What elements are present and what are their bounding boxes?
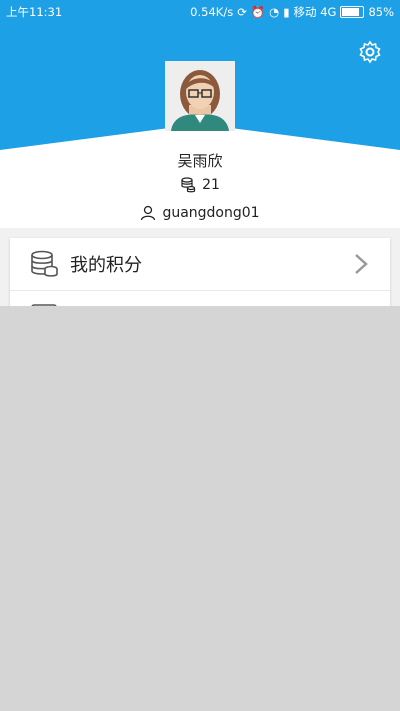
points-value: 21 (202, 177, 220, 193)
alarm-icon: ⏰ (250, 5, 266, 19)
profile-name: 吴雨欣 (177, 152, 223, 170)
database-icon (31, 250, 58, 277)
menu-item-my-points[interactable]: 我的积分 (10, 238, 390, 291)
avatar-illustration (165, 61, 235, 131)
battery-icon (340, 6, 365, 18)
status-time: 上午11:31 (6, 5, 63, 19)
points-row: 21 (0, 177, 400, 193)
signal-icon: ▮ (283, 5, 290, 19)
status-right: 0.54K/s ⟳ ⏰ ◔ ▮ 移动 4G 85% (190, 4, 394, 20)
username-row: guangdong01 (0, 205, 400, 221)
status-bar: 上午11:31 0.54K/s ⟳ ⏰ ◔ ▮ 移动 4G 85% (0, 0, 400, 24)
settings-gear-icon[interactable] (358, 40, 382, 64)
sync-icon: ⟳ (237, 5, 247, 19)
coins-icon (181, 177, 196, 193)
loading-overlay (0, 306, 400, 711)
battery-percent: 85% (368, 5, 394, 19)
chevron-right-icon (355, 254, 368, 274)
wifi-icon: ◔ (269, 5, 280, 19)
menu-item-label: 我的积分 (70, 255, 142, 276)
user-icon (141, 205, 156, 221)
avatar[interactable] (165, 61, 235, 131)
carrier-label: 移动 4G (293, 5, 337, 19)
network-speed: 0.54K/s (190, 5, 234, 19)
username-value: guangdong01 (162, 205, 260, 221)
